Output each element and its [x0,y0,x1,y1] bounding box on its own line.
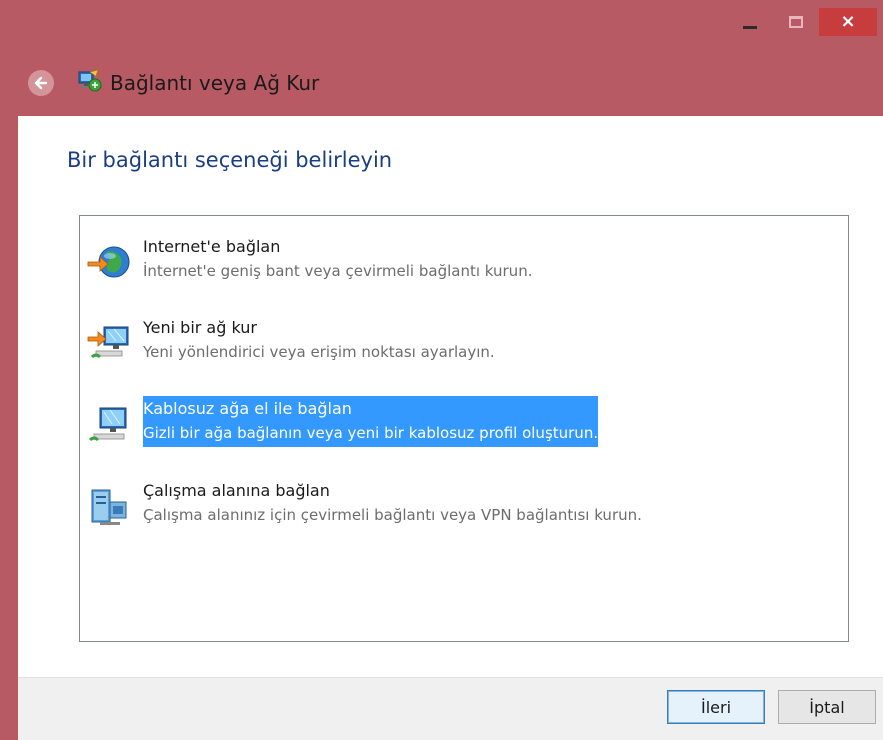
option-description: Gizli bir ağa bağlanın veya yeni bir kab… [143,424,599,442]
close-button[interactable]: × [819,8,877,36]
option-connect-workplace[interactable]: Çalışma alanına bağlan Çalışma alanınız … [80,478,840,536]
option-connect-internet[interactable]: Internet'e bağlan İnternet'e geniş bant … [80,234,840,292]
network-setup-app-icon [78,69,102,92]
option-text: Yeni bir ağ kur Yeni yönlendirici veya e… [143,315,495,366]
window-title: Bağlantı veya Ağ Kur [110,71,320,95]
option-text: Internet'e bağlan İnternet'e geniş bant … [143,234,532,285]
option-connect-wireless-manually[interactable]: Kablosuz ağa el ile bağlan Gizli bir ağa… [80,396,840,454]
minimize-button[interactable] [727,8,773,36]
title-bar: × Bağlantı veya Ağ Kur [0,0,883,116]
page-heading: Bir bağlantı seçeneği belirleyin [67,148,393,172]
close-icon: × [840,11,856,32]
option-text: Çalışma alanına bağlan Çalışma alanınız … [143,478,642,529]
option-title: Yeni bir ağ kur [143,318,257,337]
option-title: Kablosuz ağa el ile bağlan [143,399,352,418]
dialog-window: × Bağlantı veya Ağ Kur Bir bağlantı seçe… [0,0,883,740]
connection-options-list: Internet'e bağlan İnternet'e geniş bant … [79,215,849,642]
option-text: Kablosuz ağa el ile bağlan Gizli bir ağa… [143,396,599,447]
option-title: Çalışma alanına bağlan [143,481,330,500]
minimize-icon [743,25,757,29]
dialog-footer: İleri İptal [18,677,883,740]
back-arrow-icon [34,76,48,90]
wireless-computer-icon [88,407,127,442]
back-button[interactable] [28,70,54,96]
option-setup-new-network[interactable]: Yeni bir ağ kur Yeni yönlendirici veya e… [80,315,840,373]
next-button[interactable]: İleri [667,690,765,724]
option-description: İnternet'e geniş bant veya çevirmeli bağ… [143,262,533,280]
option-description: Çalışma alanınız için çevirmeli bağlantı… [143,506,642,524]
maximize-icon [789,16,803,28]
globe-arrow-icon [87,246,130,278]
option-title: Internet'e bağlan [143,237,281,256]
option-description: Yeni yönlendirici veya erişim noktası ay… [143,343,495,361]
window-controls: × [727,8,877,36]
network-setup-icon [87,326,129,359]
maximize-button[interactable] [773,8,819,36]
workplace-server-icon [91,489,127,525]
cancel-button[interactable]: İptal [778,690,876,724]
main-content: Bir bağlantı seçeneği belirleyin Interne… [18,116,883,677]
